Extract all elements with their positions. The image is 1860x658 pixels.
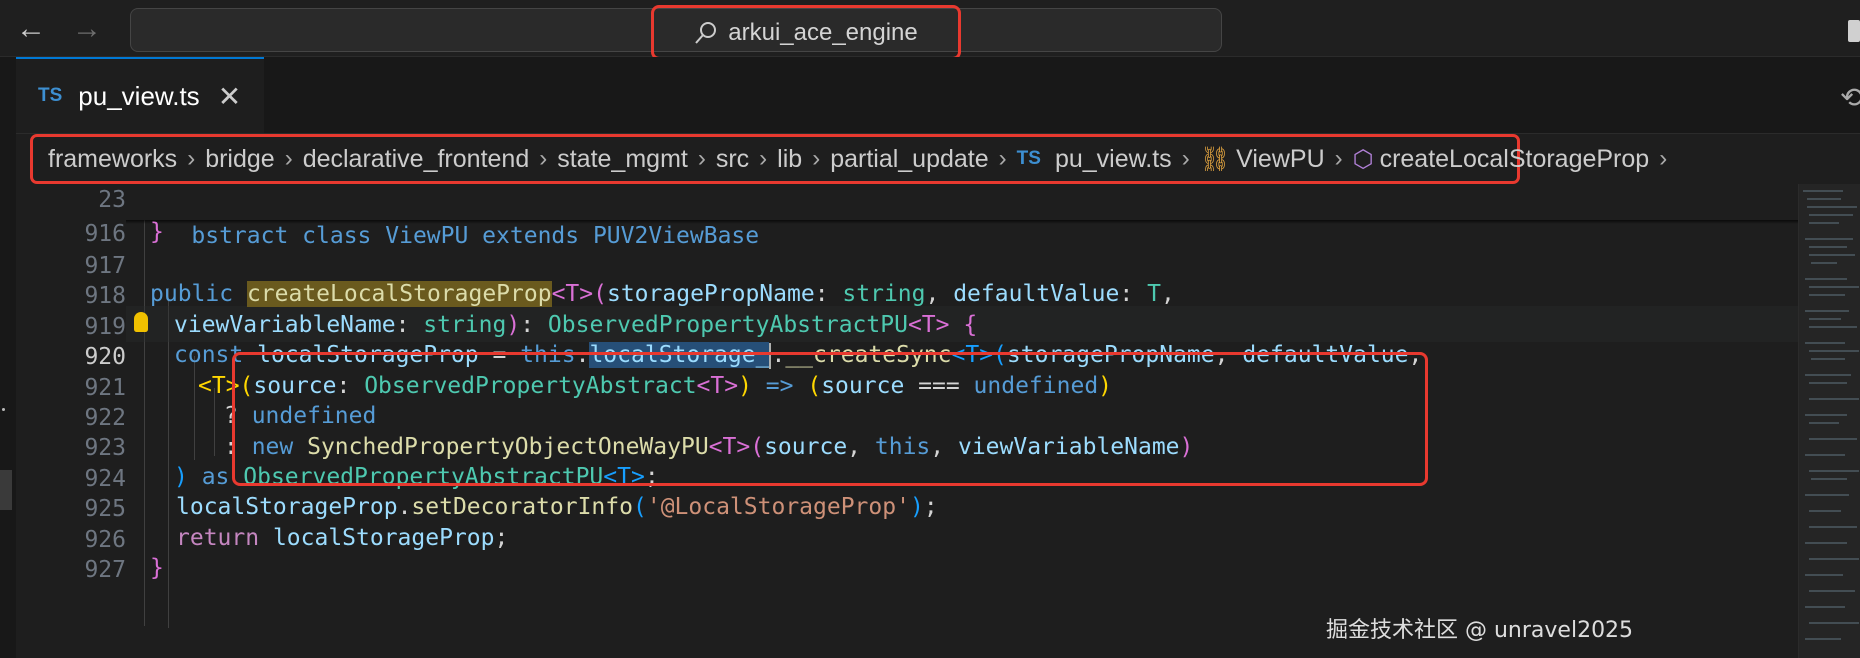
minimap-line: [1803, 190, 1843, 192]
breadcrumb-item-bridge[interactable]: bridge: [205, 145, 275, 174]
code-line-916[interactable]: }: [150, 214, 164, 250]
breadcrumb-item-class[interactable]: ViewPU: [1236, 145, 1324, 174]
forward-arrow-icon[interactable]: →: [70, 12, 104, 46]
minimap-line: [1805, 310, 1849, 312]
minimap-line: [1809, 590, 1855, 592]
layout-icon[interactable]: [1848, 20, 1860, 42]
lightbulb-icon[interactable]: [134, 312, 148, 332]
minimap-line: [1809, 222, 1839, 224]
history-icon[interactable]: ⟲: [1840, 81, 1860, 114]
tab-pu-view-ts[interactable]: TS pu_view.ts ✕: [16, 57, 264, 133]
minimap[interactable]: [1798, 184, 1860, 658]
chevron-right-icon: ›: [187, 145, 196, 172]
minimap-line: [1805, 278, 1847, 280]
minimap-line: [1805, 494, 1849, 496]
code-line-927[interactable]: }: [150, 550, 164, 586]
command-center[interactable]: arkui_ace_engine: [130, 5, 1222, 60]
chevron-right-icon: ›: [284, 145, 293, 172]
minimap-line: [1809, 294, 1845, 296]
activity-marker[interactable]: [0, 470, 12, 510]
sticky-scroll-line[interactable]: bstract class ViewPU extends PUV2ViewBas…: [136, 182, 759, 249]
breadcrumb-item-partial-update[interactable]: partial_update: [830, 145, 988, 174]
minimap-line: [1805, 606, 1845, 608]
minimap-line: [1805, 238, 1853, 240]
search-text: arkui_ace_engine: [728, 18, 918, 46]
tab-bar: TS pu_view.ts ✕ ⟲: [16, 57, 1860, 134]
close-icon[interactable]: ✕: [218, 80, 241, 113]
chevron-right-icon: ›: [759, 145, 768, 172]
minimap-line: [1807, 198, 1841, 200]
chevron-right-icon: ›: [998, 145, 1007, 172]
title-bar: ← → arkui_ace_engine: [0, 0, 1860, 60]
minimap-line: [1809, 254, 1855, 256]
minimap-line: [1805, 638, 1841, 640]
chevron-right-icon: ›: [1659, 145, 1668, 172]
minimap-line: [1809, 510, 1841, 512]
sticky-shadow: [126, 220, 1798, 224]
tab-label: pu_view.ts: [78, 80, 200, 111]
back-arrow-icon[interactable]: ←: [14, 12, 48, 46]
line-number: 23: [98, 187, 126, 213]
typescript-file-icon: TS: [38, 85, 63, 106]
command-center-highlight[interactable]: arkui_ace_engine: [651, 5, 961, 60]
line-number: 916: [84, 221, 126, 247]
line-number-gutter: 23 916 917 918 919 920 921 922 923 924 9…: [16, 184, 126, 658]
minimap-line: [1807, 206, 1857, 208]
activity-dot: [2, 408, 5, 411]
minimap-line: [1805, 542, 1847, 544]
breadcrumb-item-state-mgmt[interactable]: state_mgmt: [557, 145, 688, 174]
breadcrumb: frameworks › bridge › declarative_fronte…: [16, 134, 1860, 184]
minimap-line: [1811, 262, 1837, 264]
line-number: 927: [84, 557, 126, 583]
activity-bar: [0, 57, 16, 658]
minimap-line: [1809, 438, 1857, 440]
minimap-line: [1811, 358, 1845, 360]
watermark: 掘金技术社区 @ unravel2025: [1326, 618, 1634, 643]
code-line-926[interactable]: return localStorageProp;: [176, 520, 508, 556]
minimap-line: [1809, 470, 1859, 472]
chevron-right-icon: ›: [812, 145, 821, 172]
chevron-right-icon: ›: [1334, 145, 1343, 172]
chevron-right-icon: ›: [697, 145, 706, 172]
method-icon: ⬡: [1352, 145, 1374, 173]
typescript-file-icon: TS: [1016, 148, 1041, 169]
minimap-line: [1809, 350, 1859, 352]
minimap-line: [1805, 374, 1851, 376]
breadcrumb-item-declarative-frontend[interactable]: declarative_frontend: [303, 145, 530, 174]
minimap-line: [1809, 326, 1857, 328]
search-icon: [694, 21, 718, 45]
minimap-line: [1809, 558, 1859, 560]
breadcrumb-item-file[interactable]: pu_view.ts: [1055, 145, 1172, 174]
code-block-highlight: [232, 352, 1428, 486]
minimap-line: [1805, 342, 1845, 344]
breadcrumb-item-method[interactable]: createLocalStorageProp: [1380, 145, 1650, 174]
minimap-line: [1809, 318, 1841, 320]
class-icon: ⛓: [1199, 145, 1231, 173]
minimap-line: [1805, 574, 1843, 576]
breadcrumb-item-src[interactable]: src: [716, 145, 749, 174]
minimap-line: [1809, 382, 1847, 384]
minimap-line: [1805, 414, 1847, 416]
chevron-right-icon: ›: [539, 145, 548, 172]
minimap-line: [1809, 422, 1839, 424]
chevron-right-icon: ›: [1181, 145, 1190, 172]
minimap-line: [1809, 398, 1859, 400]
minimap-line: [1805, 454, 1845, 456]
minimap-line: [1809, 214, 1853, 216]
breadcrumb-item-lib[interactable]: lib: [777, 145, 802, 174]
breadcrumb-item-frameworks[interactable]: frameworks: [48, 145, 177, 174]
minimap-line: [1811, 478, 1847, 480]
minimap-line: [1809, 622, 1859, 624]
minimap-line: [1809, 286, 1859, 288]
minimap-line: [1809, 246, 1847, 248]
minimap-line: [1809, 526, 1857, 528]
